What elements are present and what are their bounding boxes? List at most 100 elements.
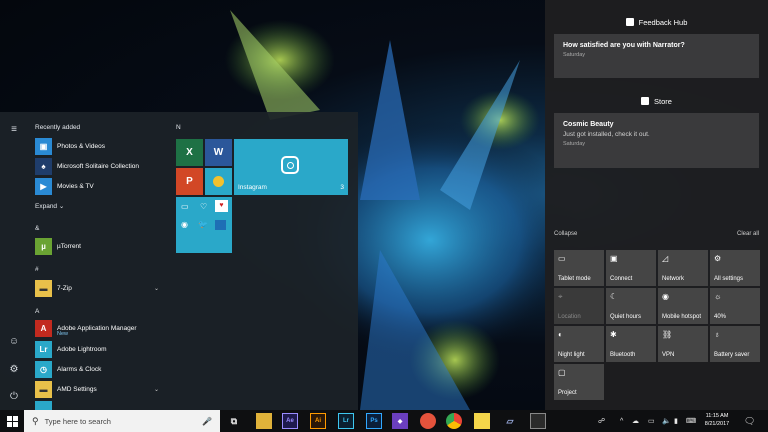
- store-icon: [641, 97, 650, 105]
- app-adobe-application-manager[interactable]: A Adobe Application Manager New: [35, 319, 165, 337]
- quick-action-label: Night light: [558, 352, 585, 358]
- notification-card[interactable]: Cosmic Beauty Just got installed, check …: [554, 113, 759, 168]
- app-solitaire[interactable]: ♠ Microsoft Solitaire Collection: [35, 157, 165, 175]
- app-7zip[interactable]: ▬ 7-Zip ⌄: [35, 279, 165, 297]
- photos-icon: ▣: [35, 137, 52, 155]
- app-utorrent[interactable]: µ µTorrent: [35, 237, 165, 255]
- onedrive-icon[interactable]: ☁: [632, 410, 639, 432]
- gear-icon: ⚙: [714, 254, 722, 263]
- quick-action-all-settings[interactable]: ⚙ All settings: [710, 250, 760, 286]
- photos-icon: ▭: [181, 202, 189, 211]
- notification-date: Saturday: [563, 141, 586, 147]
- clock-time: 11:15 AM: [705, 413, 729, 419]
- quick-action-night-light[interactable]: ◐ Night light: [554, 326, 604, 362]
- battery-icon[interactable]: ▮: [674, 410, 678, 432]
- tray-person-icon[interactable]: ☍: [598, 410, 605, 432]
- quick-action-project[interactable]: ▢ Project: [554, 364, 604, 400]
- battery-saver-icon: ♁: [714, 330, 720, 339]
- quick-action-bluetooth[interactable]: ✱ Bluetooth: [606, 326, 656, 362]
- app-amd-settings[interactable]: ▬ AMD Settings ⌄: [35, 380, 165, 398]
- chevron-down-icon[interactable]: ⌄: [154, 386, 159, 393]
- search-box[interactable]: ⚲ Type here to search 🎤: [24, 410, 220, 432]
- clock[interactable]: 11:15 AM 8/21/2017: [700, 412, 734, 428]
- app-photos-videos[interactable]: ▣ Photos & Videos: [35, 137, 165, 155]
- feedback-hub-icon: [625, 18, 634, 26]
- folder-tile-group[interactable]: ▭ ♡ ♥ ◉ 🐦: [176, 197, 232, 253]
- quick-action-location[interactable]: ⌖ Location: [554, 288, 604, 324]
- illustrator-icon[interactable]: Ai: [310, 413, 326, 429]
- skype-icon: ◉: [181, 220, 188, 229]
- power-icon[interactable]: ⏻: [7, 389, 21, 403]
- file-explorer-icon[interactable]: [256, 413, 272, 429]
- section-header-a[interactable]: A: [35, 308, 39, 315]
- tips-tile[interactable]: [205, 168, 232, 195]
- cards-icon: ♥: [215, 200, 228, 212]
- after-effects-icon[interactable]: Ae: [282, 413, 298, 429]
- app-movies-tv[interactable]: ▶ Movies & TV: [35, 177, 165, 195]
- store-icon: ♡: [200, 202, 208, 211]
- notification-card[interactable]: How satisfied are you with Narrator? Sat…: [554, 34, 759, 78]
- quick-action-mobile-hotspot[interactable]: ◉ Mobile hotspot: [658, 288, 708, 324]
- app-icon-red[interactable]: [420, 413, 436, 429]
- quick-action-40[interactable]: ☼ 40%: [710, 288, 760, 324]
- volume-icon[interactable]: 🔈: [662, 410, 671, 432]
- microphone-icon[interactable]: 🎤: [202, 417, 212, 426]
- quick-action-label: Project: [558, 390, 577, 396]
- windows-logo-icon: [6, 415, 18, 427]
- menu-icon[interactable]: ≡: [7, 122, 21, 136]
- section-header-amp[interactable]: &: [35, 225, 39, 232]
- chevron-down-icon[interactable]: ⌄: [154, 285, 159, 292]
- quick-action-vpn[interactable]: ⛓ VPN: [658, 326, 708, 362]
- vpn-icon: ⛓: [662, 330, 673, 339]
- quick-action-quiet-hours[interactable]: ☾ Quiet hours: [606, 288, 656, 324]
- recently-added-heading: Recently added: [35, 124, 81, 131]
- user-avatar-icon[interactable]: ☺: [7, 334, 21, 348]
- instagram-tile[interactable]: Instagram 3: [234, 139, 348, 195]
- visual-studio-icon[interactable]: ◆: [392, 413, 408, 429]
- quick-action-battery-saver[interactable]: ♁ Battery saver: [710, 326, 760, 362]
- start-button[interactable]: [0, 410, 24, 432]
- new-badge: New: [57, 331, 69, 337]
- collapse-link[interactable]: Collapse: [554, 231, 577, 237]
- expand-button[interactable]: Expand ⌄: [35, 202, 64, 210]
- notification-group-header[interactable]: Feedback Hub: [545, 16, 768, 28]
- after-effects-letters: Ae: [286, 418, 294, 424]
- gear-icon[interactable]: ⚙: [7, 362, 21, 376]
- keyboard-icon[interactable]: ⌨: [686, 410, 696, 432]
- clock-date: 8/21/2017: [704, 421, 730, 427]
- twitter-icon: 🐦: [198, 220, 208, 229]
- app-label: Microsoft Solitaire Collection: [57, 162, 140, 170]
- quick-action-tablet-mode[interactable]: ▭ Tablet mode: [554, 250, 604, 286]
- app-icon: [35, 400, 52, 410]
- quick-action-label: Quiet hours: [610, 314, 642, 320]
- night-light-icon: ◐: [558, 330, 563, 339]
- quick-action-connect[interactable]: ▣ Connect: [606, 250, 656, 286]
- clear-all-link[interactable]: Clear all: [737, 231, 759, 237]
- calendar-icon: [215, 220, 226, 230]
- task-view-icon[interactable]: ⧉: [226, 413, 242, 429]
- photoshop-icon[interactable]: Ps: [366, 413, 382, 429]
- app-partial-item[interactable]: [35, 400, 165, 410]
- app-adobe-lightroom[interactable]: Lr Adobe Lightroom: [35, 340, 165, 358]
- app-icon-window[interactable]: [530, 413, 546, 429]
- powerpoint-tile[interactable]: P: [176, 168, 203, 195]
- quick-action-network[interactable]: ◿ Network: [658, 250, 708, 286]
- section-header-hash[interactable]: #: [35, 266, 39, 273]
- notification-group-header[interactable]: Store: [545, 95, 768, 107]
- app-icon-device[interactable]: ▱: [502, 413, 518, 429]
- app-alarms-clock[interactable]: ◷ Alarms & Clock: [35, 360, 165, 378]
- word-icon: W: [213, 147, 224, 158]
- excel-icon: X: [186, 147, 193, 158]
- app-list: Recently added ▣ Photos & Videos ♠ Micro…: [28, 112, 168, 410]
- network-icon[interactable]: ▭: [648, 410, 655, 432]
- expand-label: Expand: [35, 203, 58, 210]
- word-tile[interactable]: W: [205, 139, 232, 166]
- action-center-icon[interactable]: 🗨: [744, 410, 755, 432]
- location-icon: ⌖: [558, 292, 563, 301]
- excel-tile[interactable]: X: [176, 139, 203, 166]
- chrome-icon[interactable]: [446, 413, 462, 429]
- chevron-up-icon[interactable]: ^: [620, 410, 623, 432]
- sticky-notes-icon[interactable]: [474, 413, 490, 429]
- taskbar: ⚲ Type here to search 🎤 ⧉ Ae Ai Lr Ps ◆ …: [0, 410, 768, 432]
- lightroom-taskbar-icon[interactable]: Lr: [338, 413, 354, 429]
